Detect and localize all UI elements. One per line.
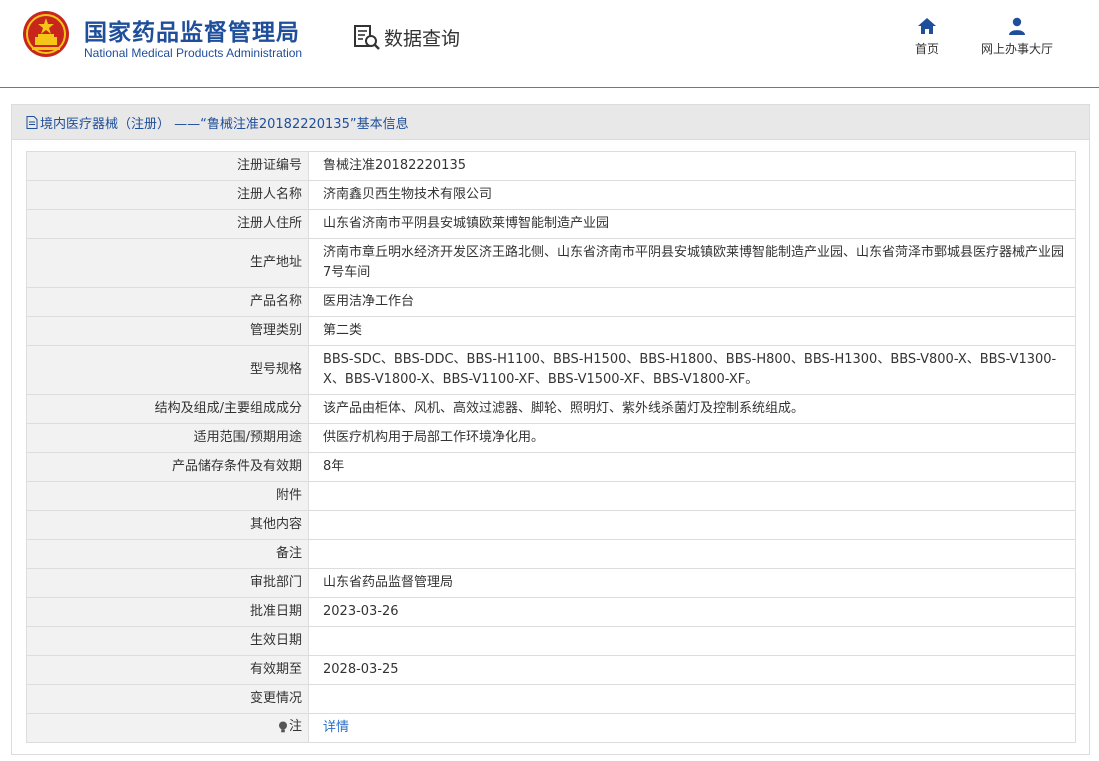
field-value: 济南鑫贝西生物技术有限公司 [308,180,1076,210]
field-value [308,510,1076,540]
field-label: 其他内容 [26,510,309,540]
table-row-note: 注 详情 [26,713,1076,743]
nav-online-service-hall[interactable]: 网上办事大厅 [974,16,1060,57]
document-search-icon [354,25,380,50]
table-row: 注册人名称 济南鑫贝西生物技术有限公司 [26,180,1076,210]
nav-online-service-hall-label: 网上办事大厅 [980,42,1053,56]
table-row: 型号规格 BBS-SDC、BBS-DDC、BBS-H1100、BBS-H1500、… [26,345,1076,395]
note-label-cell: 注 [26,713,309,743]
field-value: 8年 [308,452,1076,482]
field-label: 批准日期 [26,597,309,627]
table-row: 适用范围/预期用途 供医疗机构用于局部工作环境净化用。 [26,423,1076,453]
note-label-wrap: 注 [278,717,302,737]
table-row: 生产地址 济南市章丘明水经济开发区济王路北侧、山东省济南市平阴县安城镇欧莱博智能制… [26,238,1076,288]
home-icon [918,18,936,34]
field-label: 注册人名称 [26,180,309,210]
details-link[interactable]: 详情 [323,720,349,735]
document-icon [26,115,38,129]
field-value: 2028-03-25 [308,655,1076,685]
note-value-cell: 详情 [308,713,1076,743]
field-label: 产品储存条件及有效期 [26,452,309,482]
brand-title-cn: 国家药品监督管理局 [84,20,300,46]
field-value: 2023-03-26 [308,597,1076,627]
field-value [308,626,1076,656]
field-value [308,684,1076,714]
field-label: 注册人住所 [26,209,309,239]
field-label: 产品名称 [26,287,309,317]
brand-title-en: National Medical Products Administration [84,46,303,60]
table-row: 生效日期 [26,626,1076,656]
user-icon [1009,17,1025,35]
field-label: 型号规格 [26,345,309,395]
table-row: 有效期至 2028-03-25 [26,655,1076,685]
field-label: 备注 [26,539,309,569]
data-query-label: 数据查询 [384,27,461,50]
field-label: 结构及组成/主要组成成分 [26,394,309,424]
table-row: 注册人住所 山东省济南市平阴县安城镇欧莱博智能制造产业园 [26,209,1076,239]
basic-info-panel: 境内医疗器械（注册） ——“鲁械注准20182220135”基本信息 注册证编号… [11,104,1090,755]
panel-title: 境内医疗器械（注册） ——“鲁械注准20182220135”基本信息 [40,116,409,132]
field-label: 生产地址 [26,238,309,288]
nav-home[interactable]: 首页 [906,16,948,57]
table-row: 产品储存条件及有效期 8年 [26,452,1076,482]
table-row: 结构及组成/主要组成成分 该产品由柜体、风机、高效过滤器、脚轮、照明灯、紫外线杀菌… [26,394,1076,424]
field-label: 有效期至 [26,655,309,685]
field-value: 医用洁净工作台 [308,287,1076,317]
field-value [308,539,1076,569]
field-label: 适用范围/预期用途 [26,423,309,453]
table-row: 产品名称 医用洁净工作台 [26,287,1076,317]
note-label: 注 [288,718,302,734]
data-query-link[interactable]: 数据查询 [352,22,460,52]
nav-home-label: 首页 [914,42,939,56]
field-label: 管理类别 [26,316,309,346]
table-row: 审批部门 山东省药品监督管理局 [26,568,1076,598]
field-value: 山东省济南市平阴县安城镇欧莱博智能制造产业园 [308,209,1076,239]
table-row: 批准日期 2023-03-26 [26,597,1076,627]
table-row: 管理类别 第二类 [26,316,1076,346]
field-value: 山东省药品监督管理局 [308,568,1076,598]
field-value [308,481,1076,511]
national-emblem-icon [23,11,69,57]
field-label: 生效日期 [26,626,309,656]
field-label: 附件 [26,481,309,511]
panel-header: 境内医疗器械（注册） ——“鲁械注准20182220135”基本信息 [12,105,1089,140]
field-value: 第二类 [308,316,1076,346]
table-row: 备注 [26,539,1076,569]
lightbulb-icon [278,721,287,732]
table-row: 注册证编号 鲁械注准20182220135 [26,151,1076,181]
field-label: 审批部门 [26,568,309,598]
field-value: 济南市章丘明水经济开发区济王路北侧、山东省济南市平阴县安城镇欧莱博智能制造产业园… [308,238,1076,288]
table-row: 附件 [26,481,1076,511]
field-value: BBS-SDC、BBS-DDC、BBS-H1100、BBS-H1500、BBS-… [308,345,1076,395]
site-header: 国家药品监督管理局 National Medical Products Admi… [0,0,1099,88]
info-table: 注册证编号 鲁械注准20182220135 注册人名称 济南鑫贝西生物技术有限公司 注册… [26,151,1076,743]
table-row: 其他内容 [26,510,1076,540]
field-label: 注册证编号 [26,151,309,181]
table-row: 变更情况 [26,684,1076,714]
field-value: 供医疗机构用于局部工作环境净化用。 [308,423,1076,453]
field-value: 鲁械注准20182220135 [308,151,1076,181]
field-value: 该产品由柜体、风机、高效过滤器、脚轮、照明灯、紫外线杀菌灯及控制系统组成。 [308,394,1076,424]
field-label: 变更情况 [26,684,309,714]
